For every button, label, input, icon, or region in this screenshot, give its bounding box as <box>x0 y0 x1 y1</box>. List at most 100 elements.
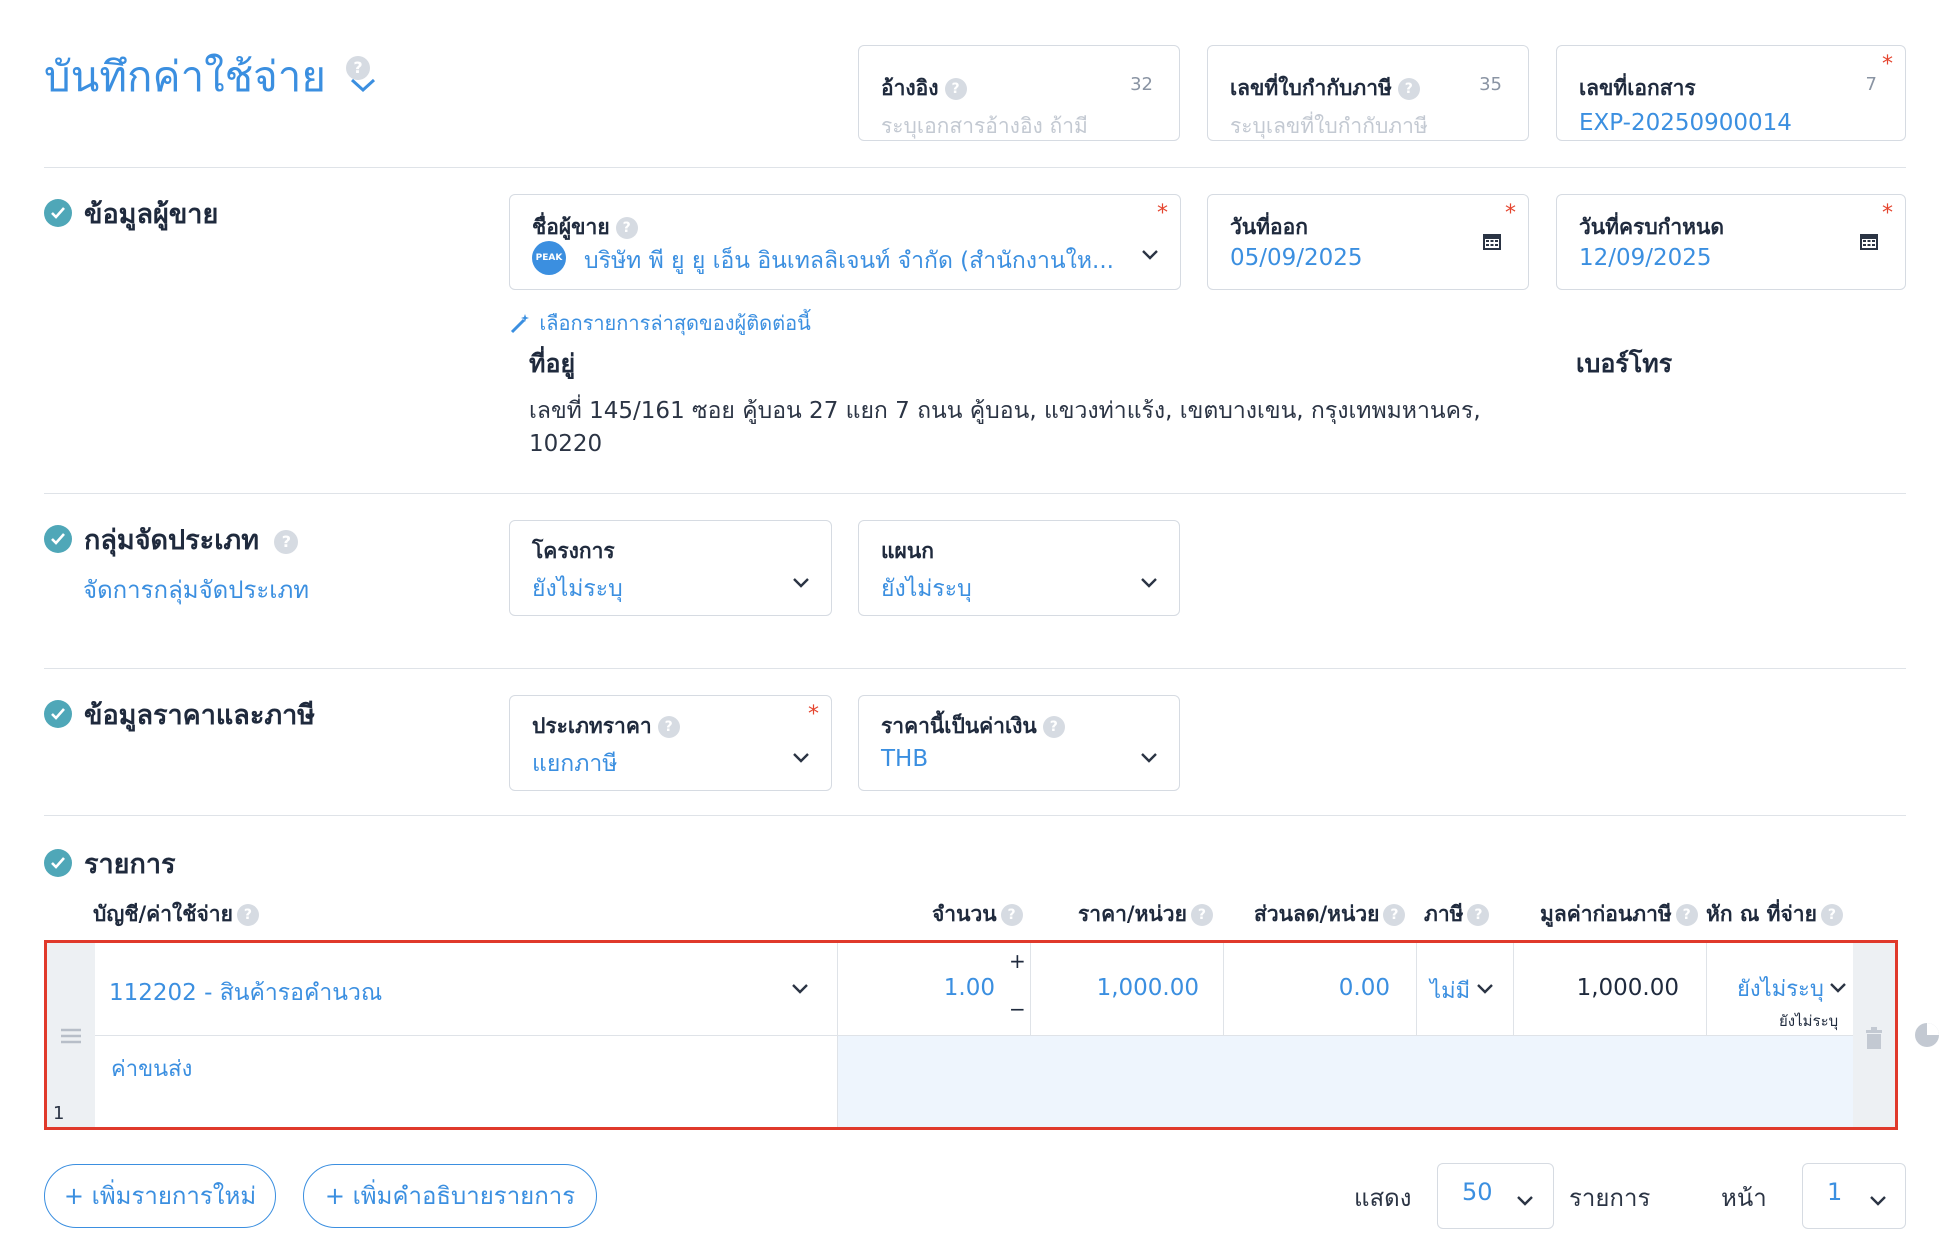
divider <box>44 167 1906 168</box>
required-mark: * <box>808 702 819 727</box>
page-label: หน้า <box>1721 1184 1767 1212</box>
department-select[interactable]: แผนก ยังไม่ระบุ <box>858 520 1180 616</box>
divider <box>44 815 1906 816</box>
help-icon[interactable]: ? <box>657 716 680 738</box>
chevron-down-icon[interactable] <box>1139 575 1159 594</box>
manage-classification-link[interactable]: จัดการกลุ่มจัดประเภท <box>83 570 309 609</box>
chevron-down-icon[interactable] <box>1516 1192 1534 1211</box>
add-item-button[interactable]: + เพิ่มรายการใหม่ <box>44 1164 276 1228</box>
column-header-withholding: หัก ณ ที่จ่าย? <box>1706 898 1843 931</box>
plus-icon[interactable]: + <box>1009 949 1026 973</box>
column-header-tax: ภาษี? <box>1424 898 1490 931</box>
chevron-down-icon[interactable] <box>1829 979 1847 998</box>
currency-value[interactable]: THB <box>881 746 928 772</box>
vendor-name-value[interactable]: บริษัท พี ยู ยู เอ็น อินเทลลิเจนท์ จำกัด… <box>584 243 1114 279</box>
withholding-select[interactable]: ยังไม่ระบุ <box>1737 971 1824 1006</box>
divider <box>1416 943 1417 1035</box>
document-no-field[interactable]: เลขที่เอกสาร 7 * EXP-20250900014 <box>1556 45 1906 141</box>
title-help-icon[interactable]: ? <box>346 56 370 80</box>
required-mark: * <box>1882 201 1893 226</box>
chevron-down-icon[interactable] <box>791 575 811 594</box>
pie-chart-icon[interactable] <box>1914 1022 1940 1052</box>
required-mark: * <box>1157 201 1168 226</box>
project-select[interactable]: โครงการ ยังไม่ระบุ <box>509 520 832 616</box>
chevron-down-icon[interactable] <box>1139 750 1159 769</box>
divider <box>1223 943 1224 1035</box>
tax-select[interactable]: ไม่มี <box>1430 973 1470 1008</box>
column-header-pre-tax: มูลค่าก่อนภาษี? <box>1540 898 1698 931</box>
char-count: 35 <box>1479 74 1502 95</box>
page-size-select[interactable]: 50 <box>1437 1163 1554 1229</box>
due-date-input[interactable]: 12/09/2025 <box>1579 245 1712 271</box>
row-actions <box>1853 943 1895 1127</box>
chevron-down-icon[interactable] <box>1869 1192 1887 1211</box>
drag-handle-icon[interactable] <box>59 1027 83 1049</box>
phone-label: เบอร์โทร <box>1576 349 1673 378</box>
chevron-down-icon[interactable] <box>1140 247 1160 266</box>
description-fill <box>837 1035 1853 1127</box>
department-value[interactable]: ยังไม่ระบุ <box>881 571 972 607</box>
price-type-select[interactable]: ประเภทราคา? * แยกภาษี <box>509 695 832 791</box>
page-select[interactable]: 1 <box>1802 1163 1906 1229</box>
divider <box>95 1035 1853 1036</box>
char-count: 7 <box>1865 74 1877 95</box>
item-description-input[interactable]: ค่าขนส่ง <box>111 1051 192 1086</box>
divider <box>1706 943 1707 1035</box>
chevron-down-icon[interactable] <box>1475 981 1495 1000</box>
help-icon[interactable]: ? <box>615 217 638 239</box>
column-header-quantity: จำนวน? <box>932 898 1023 931</box>
discount-input[interactable]: 0.00 <box>1230 975 1390 1001</box>
magic-wand-icon <box>509 311 533 335</box>
trash-icon[interactable] <box>1864 1027 1884 1053</box>
issue-date-field[interactable]: วันที่ออก * 05/09/2025 <box>1207 194 1529 290</box>
help-icon[interactable]: ? <box>1675 904 1698 926</box>
row-handle[interactable]: 1 <box>47 943 95 1127</box>
vendor-name-field[interactable]: ชื่อผู้ขาย? * PEAK บริษัท พี ยู ยู เอ็น … <box>509 194 1181 290</box>
minus-icon[interactable]: − <box>1009 997 1026 1021</box>
pre-tax-value: 1,000.00 <box>1576 975 1679 1001</box>
check-circle-icon <box>44 848 72 877</box>
document-no-input[interactable]: EXP-20250900014 <box>1579 110 1792 136</box>
help-icon[interactable]: ? <box>944 78 967 100</box>
calendar-icon[interactable] <box>1859 231 1879 255</box>
tax-invoice-field[interactable]: เลขที่ใบกำกับภาษี? 35 ระบุเลขที่ใบกำกับภ… <box>1207 45 1529 141</box>
reference-input[interactable]: ระบุเอกสารอ้างอิง ถ้ามี <box>881 110 1088 143</box>
address-label: ที่อยู่ <box>529 349 576 378</box>
required-mark: * <box>1505 201 1516 226</box>
help-icon[interactable]: ? <box>1397 78 1420 100</box>
issue-date-input[interactable]: 05/09/2025 <box>1230 245 1363 271</box>
help-icon[interactable]: ? <box>274 529 299 554</box>
help-icon[interactable]: ? <box>1042 716 1065 738</box>
recent-items-link[interactable]: เลือกรายการล่าสุดของผู้ติดต่อนี้ <box>509 307 811 339</box>
chevron-down-icon[interactable] <box>790 981 810 1000</box>
check-circle-icon <box>44 524 72 553</box>
check-circle-icon <box>44 699 72 728</box>
section-title-items: รายการ <box>44 842 176 885</box>
chevron-down-icon[interactable] <box>791 750 811 769</box>
quantity-input[interactable]: 1.00 <box>847 975 995 1001</box>
address-postcode: 10220 <box>529 431 603 457</box>
divider <box>837 943 838 1127</box>
project-value[interactable]: ยังไม่ระบุ <box>532 571 623 607</box>
help-icon[interactable]: ? <box>1383 904 1406 926</box>
help-icon[interactable]: ? <box>236 904 259 926</box>
help-icon[interactable]: ? <box>1467 904 1490 926</box>
reference-field[interactable]: อ้างอิง? 32 ระบุเอกสารอ้างอิง ถ้ามี <box>858 45 1180 141</box>
price-type-value[interactable]: แยกภาษี <box>532 746 617 782</box>
section-title-price-tax: ข้อมูลราคาและภาษี <box>44 693 315 736</box>
divider <box>44 493 1906 494</box>
due-date-field[interactable]: วันที่ครบกำหนด * 12/09/2025 <box>1556 194 1906 290</box>
help-icon[interactable]: ? <box>1000 904 1023 926</box>
help-icon[interactable]: ? <box>1190 904 1213 926</box>
add-description-button[interactable]: + เพิ่มคำอธิบายรายการ <box>303 1164 597 1228</box>
table-row[interactable]: 1 112202 - สินค้ารอคำนวณ 1.00 + − 1,000.… <box>44 940 1898 1130</box>
currency-select[interactable]: ราคานี้เป็นค่าเงิน? THB <box>858 695 1180 791</box>
help-icon[interactable]: ? <box>1820 904 1843 926</box>
calendar-icon[interactable] <box>1482 231 1502 255</box>
account-select[interactable]: 112202 - สินค้ารอคำนวณ <box>109 975 382 1011</box>
tax-invoice-input[interactable]: ระบุเลขที่ใบกำกับภาษี <box>1230 110 1428 143</box>
address-text: เลขที่ 145/161 ซอย คู้บอน 27 แยก 7 ถนน ค… <box>529 398 1481 424</box>
items-label: รายการ <box>1569 1184 1651 1212</box>
unit-price-input[interactable]: 1,000.00 <box>1037 975 1199 1001</box>
page-title[interactable]: บันทึกค่าใช้จ่าย <box>44 44 377 110</box>
